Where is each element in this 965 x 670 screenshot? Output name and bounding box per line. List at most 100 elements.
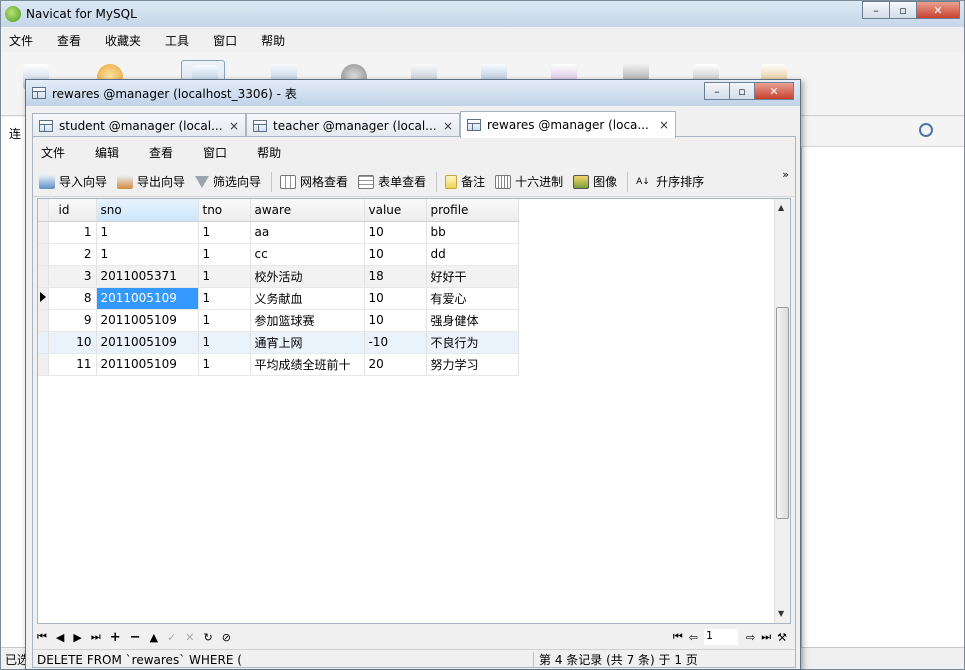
menu-file[interactable]: 文件 — [41, 144, 65, 161]
cell-id[interactable]: 2 — [48, 243, 97, 266]
form-view-button[interactable]: 表单查看 — [358, 173, 426, 190]
discard-changes-icon[interactable]: ✕ — [185, 631, 194, 644]
cell-aware[interactable]: 通宵上网 — [250, 331, 365, 354]
cell-id[interactable]: 10 — [48, 331, 97, 354]
tab-student[interactable]: student @manager (local... × — [32, 113, 246, 137]
table-row[interactable]: 2 1 1 cc 10 dd — [38, 243, 519, 266]
cell-value[interactable]: 18 — [364, 265, 427, 288]
import-wizard-button[interactable]: 导入向导 — [39, 173, 107, 190]
last-page-icon[interactable]: ⏭ — [761, 630, 771, 644]
grid-view-button[interactable]: 网格查看 — [280, 173, 348, 190]
menu-window[interactable]: 窗口 — [203, 144, 227, 161]
cell-profile[interactable]: 努力学习 — [426, 353, 519, 376]
sort-ascending-button[interactable]: A↓ 升序排序 — [636, 173, 704, 190]
cell-profile[interactable]: 好好干 — [426, 265, 519, 288]
table-row[interactable]: 10 2011005109 1 通宵上网 -10 不良行为 — [38, 331, 519, 354]
hex-button[interactable]: 十六进制 — [495, 173, 563, 190]
cell-profile[interactable]: bb — [426, 221, 519, 244]
prev-record-icon[interactable]: ◀ — [56, 631, 64, 644]
export-wizard-button[interactable]: 导出向导 — [117, 173, 185, 190]
delete-record-icon[interactable]: − — [130, 630, 141, 645]
cell-id[interactable]: 3 — [48, 265, 97, 288]
cell-sno[interactable]: 2011005109 — [96, 353, 199, 376]
cell-sno[interactable]: 1 — [96, 243, 199, 266]
data-grid[interactable]: id sno tno aware value profile 1 1 1 aa — [37, 198, 791, 624]
refresh-icon[interactable]: ↻ — [203, 631, 212, 644]
scroll-down-icon[interactable]: ▼ — [778, 609, 784, 618]
row-indicator[interactable] — [38, 309, 49, 332]
edit-record-icon[interactable]: ▲ — [150, 631, 158, 644]
cell-tno[interactable]: 1 — [198, 309, 251, 332]
image-button[interactable]: 图像 — [573, 173, 617, 190]
cell-id[interactable]: 9 — [48, 309, 97, 332]
table-row[interactable]: 1 1 1 aa 10 bb — [38, 221, 519, 244]
next-record-icon[interactable]: ▶ — [73, 631, 81, 644]
cell-tno[interactable]: 1 — [198, 287, 251, 310]
column-header-aware[interactable]: aware — [250, 199, 365, 222]
table-row[interactable]: 11 2011005109 1 平均成绩全班前十 20 努力学习 — [38, 353, 519, 376]
cell-aware[interactable]: 参加篮球赛 — [250, 309, 365, 332]
tab-close-icon[interactable]: × — [443, 119, 453, 133]
next-page-icon[interactable]: ⇨ — [746, 631, 755, 644]
memo-button[interactable]: 备注 — [445, 173, 485, 190]
app-menu-window[interactable]: 窗口 — [213, 32, 237, 49]
menu-help[interactable]: 帮助 — [257, 144, 281, 161]
cell-sno[interactable]: 2011005109 — [96, 331, 199, 354]
cell-aware[interactable]: 义务献血 — [250, 287, 365, 310]
cell-value[interactable]: 10 — [364, 309, 427, 332]
cell-id[interactable]: 11 — [48, 353, 97, 376]
table-row[interactable]: 9 2011005109 1 参加篮球赛 10 强身健体 — [38, 309, 519, 332]
tab-teacher[interactable]: teacher @manager (local... × — [246, 113, 460, 137]
cell-value[interactable]: 20 — [364, 353, 427, 376]
cell-aware[interactable]: cc — [250, 243, 365, 266]
tab-rewares[interactable]: rewares @manager (loca... × — [460, 111, 676, 138]
cell-aware[interactable]: aa — [250, 221, 365, 244]
prev-page-icon[interactable]: ⇦ — [689, 631, 698, 644]
cell-sno[interactable]: 1 — [96, 221, 199, 244]
tab-close-icon[interactable]: × — [229, 119, 239, 133]
page-settings-icon[interactable]: ⚒ — [777, 631, 787, 644]
column-header-tno[interactable]: tno — [198, 199, 251, 222]
row-indicator[interactable] — [38, 221, 49, 244]
tab-close-icon[interactable]: × — [659, 118, 669, 132]
cell-tno[interactable]: 1 — [198, 221, 251, 244]
search-icon[interactable] — [919, 123, 933, 137]
cell-value[interactable]: 10 — [364, 243, 427, 266]
row-indicator[interactable] — [38, 353, 49, 376]
filter-wizard-button[interactable]: 筛选向导 — [195, 173, 261, 190]
app-menu-help[interactable]: 帮助 — [261, 32, 285, 49]
cell-sno-selected[interactable]: 2011005109 — [96, 287, 199, 310]
column-header-profile[interactable]: profile — [426, 199, 519, 222]
row-indicator[interactable] — [38, 265, 49, 288]
current-row-indicator[interactable] — [38, 287, 49, 310]
cell-tno[interactable]: 1 — [198, 331, 251, 354]
app-minimize-button[interactable]: – — [862, 1, 890, 19]
cell-value[interactable]: 10 — [364, 221, 427, 244]
cell-profile[interactable]: 不良行为 — [426, 331, 519, 354]
column-header-sno[interactable]: sno — [96, 199, 199, 222]
app-menu-favorites[interactable]: 收藏夹 — [105, 32, 141, 49]
cell-profile[interactable]: 有爱心 — [426, 287, 519, 310]
cell-value[interactable]: 10 — [364, 287, 427, 310]
column-header-value[interactable]: value — [364, 199, 427, 222]
app-close-button[interactable]: ✕ — [916, 1, 960, 19]
app-menu-file[interactable]: 文件 — [9, 32, 33, 49]
row-indicator[interactable] — [38, 243, 49, 266]
app-menu-view[interactable]: 查看 — [57, 32, 81, 49]
column-header-id[interactable]: id — [48, 199, 97, 222]
child-close-button[interactable]: ✕ — [754, 82, 794, 100]
add-record-icon[interactable]: + — [110, 630, 121, 645]
cell-sno[interactable]: 2011005109 — [96, 309, 199, 332]
first-record-icon[interactable]: ⏮ — [37, 630, 47, 644]
cell-profile[interactable]: dd — [426, 243, 519, 266]
first-page-icon[interactable]: ⏮ — [673, 630, 683, 644]
cell-id[interactable]: 8 — [48, 287, 97, 310]
vertical-scrollbar[interactable]: ▲ ▼ — [774, 199, 790, 623]
table-row[interactable]: 3 2011005371 1 校外活动 18 好好干 — [38, 265, 519, 288]
scroll-up-icon[interactable]: ▲ — [778, 203, 784, 212]
child-minimize-button[interactable]: – — [704, 82, 730, 100]
cell-tno[interactable]: 1 — [198, 265, 251, 288]
child-maximize-button[interactable]: ▫ — [729, 82, 755, 100]
app-menu-tools[interactable]: 工具 — [165, 32, 189, 49]
last-record-icon[interactable]: ⏭ — [91, 630, 101, 644]
